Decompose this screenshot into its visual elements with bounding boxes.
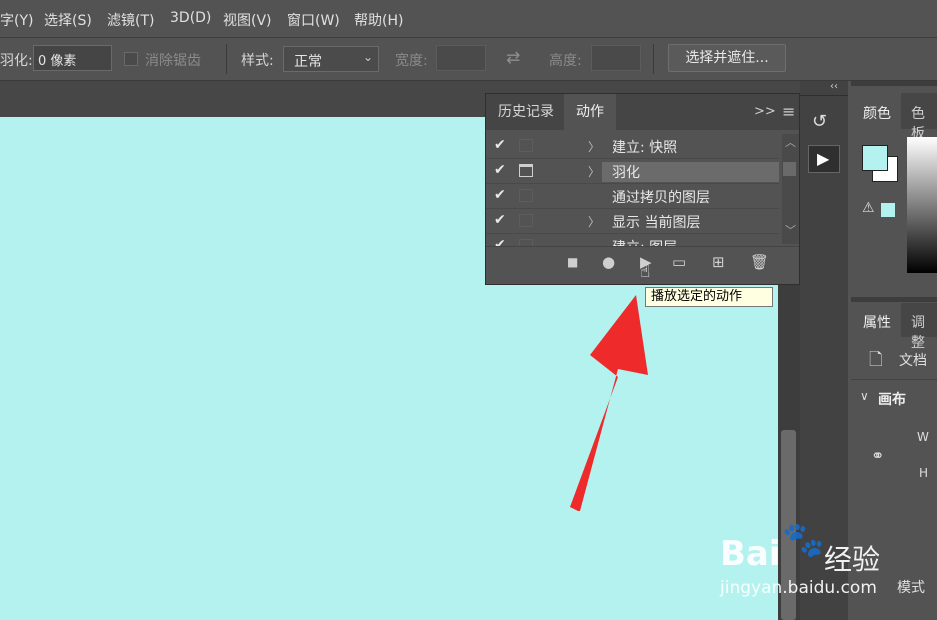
select-and-mask-button[interactable]: 选择并遮住... xyxy=(668,44,786,72)
link-icon[interactable]: ⚭ xyxy=(871,446,884,465)
tab-history[interactable]: 历史记录 xyxy=(486,94,566,130)
tab-adjustments[interactable]: 调整 xyxy=(901,303,937,351)
menu-type[interactable]: 字(Y) xyxy=(0,10,33,30)
menu-bar: 字(Y) 选择(S) 滤镜(T) 3D(D) 视图(V) 窗口(W) 帮助(H) xyxy=(0,0,937,38)
antialias-label: 消除锯齿 xyxy=(145,53,201,69)
trash-icon[interactable]: 🗑 xyxy=(750,253,769,271)
chevron-down-icon: ⌄ xyxy=(362,50,373,64)
menu-help[interactable]: 帮助(H) xyxy=(354,10,403,30)
action-label: 显示 当前图层 xyxy=(612,215,701,231)
action-row[interactable]: ✔ 〉 显示 当前图层 xyxy=(486,209,779,234)
menu-3d[interactable]: 3D(D) xyxy=(170,10,211,26)
color-field[interactable] xyxy=(907,137,937,273)
dialog-toggle-box[interactable] xyxy=(519,139,533,152)
style-select[interactable]: 正常 ⌄ xyxy=(283,46,379,72)
check-icon[interactable]: ✔ xyxy=(494,212,506,228)
gamut-swatch[interactable] xyxy=(881,203,895,217)
check-icon[interactable]: ✔ xyxy=(494,237,506,246)
chevron-down-icon[interactable]: ﹀ xyxy=(785,222,796,238)
actions-scrollbar[interactable]: ︿ ﹀ xyxy=(782,134,799,244)
collapse-icon[interactable]: ‹‹ xyxy=(830,81,838,92)
swap-icon[interactable]: ⇄ xyxy=(506,48,520,68)
warning-icon[interactable]: ⚠ xyxy=(862,200,875,216)
chevron-right-icon[interactable]: 〉 xyxy=(588,138,600,155)
action-label: 通过拷贝的图层 xyxy=(612,190,710,206)
height-field-label: H xyxy=(919,466,929,480)
watermark-brand-cn: 经验 xyxy=(824,543,881,576)
divider xyxy=(851,297,937,302)
panel-menu-icon[interactable]: ≡ xyxy=(782,102,795,121)
dialog-toggle-box[interactable] xyxy=(519,214,533,227)
foreground-color-swatch[interactable] xyxy=(862,145,888,171)
check-icon[interactable]: ✔ xyxy=(494,187,506,203)
tab-color-label: 颜色 xyxy=(863,106,891,122)
tab-swatches[interactable]: 色板 xyxy=(901,93,937,142)
action-row[interactable]: ✔ 〉 建立: 快照 xyxy=(486,134,779,159)
divider xyxy=(851,81,937,86)
play-icon: ▶ xyxy=(817,149,830,168)
red-arrow-annotation xyxy=(570,295,648,511)
width-label: 宽度: xyxy=(395,53,428,69)
action-label: 建立: 图层 xyxy=(612,237,677,246)
watermark-url: jingyan.baidu.com xyxy=(720,578,877,598)
tab-properties-label: 属性 xyxy=(863,315,891,331)
chevron-up-icon[interactable]: ︿ xyxy=(785,134,796,150)
menu-filter[interactable]: 滤镜(T) xyxy=(107,10,154,30)
history-icon[interactable]: ↺ xyxy=(812,111,827,132)
tab-properties[interactable]: 属性 xyxy=(851,303,901,337)
watermark-brand: Bai xyxy=(720,534,781,574)
dialog-icon[interactable] xyxy=(519,164,533,177)
arrow-shape xyxy=(570,295,648,511)
divider xyxy=(851,379,937,380)
folder-icon[interactable]: ▭ xyxy=(672,253,686,271)
action-label: 羽化 xyxy=(602,162,779,182)
menu-select[interactable]: 选择(S) xyxy=(44,10,92,30)
expand-icon[interactable]: >> xyxy=(754,104,776,119)
menu-view[interactable]: 视图(V) xyxy=(223,10,272,30)
antialias-checkbox[interactable] xyxy=(124,52,138,66)
dialog-toggle-box[interactable] xyxy=(519,239,533,246)
document-label: 文档 xyxy=(899,353,927,369)
menu-window[interactable]: 窗口(W) xyxy=(287,10,340,30)
hand-cursor-icon: ☝ xyxy=(640,262,651,282)
actions-dock-button[interactable]: ▶ xyxy=(808,145,840,173)
check-icon[interactable]: ✔ xyxy=(494,162,506,178)
record-icon[interactable]: ● xyxy=(602,253,615,271)
actions-panel: 历史记录 动作 >> ≡ ✔ 〉 建立: 快照 ✔ 〉 羽化 ✔ 通过拷贝的图层… xyxy=(485,93,800,285)
action-row[interactable]: ✔ 〉 羽化 xyxy=(486,159,779,184)
chevron-down-icon[interactable]: ∨ xyxy=(860,389,869,403)
tab-color[interactable]: 颜色 xyxy=(851,93,901,129)
panel-tab-bar: 历史记录 动作 >> ≡ xyxy=(486,94,799,130)
tab-adjustments-label: 调整 xyxy=(911,315,925,351)
tab-actions[interactable]: 动作 xyxy=(564,94,616,130)
paw-logo-icon: 🐾 xyxy=(782,520,825,560)
separator xyxy=(226,44,227,74)
scrollbar-thumb[interactable] xyxy=(783,162,796,176)
width-field-label: W xyxy=(917,430,929,444)
chevron-right-icon[interactable]: 〉 xyxy=(588,163,600,180)
feather-input[interactable]: 0 像素 xyxy=(33,45,112,71)
new-action-icon[interactable]: ⊞ xyxy=(712,253,725,271)
style-value: 正常 xyxy=(294,54,322,70)
divider xyxy=(800,95,848,96)
dialog-toggle-box[interactable] xyxy=(519,189,533,202)
separator xyxy=(653,44,654,74)
height-label: 高度: xyxy=(549,53,582,69)
feather-label: 羽化: xyxy=(0,53,33,69)
options-bar: 羽化: 0 像素 消除锯齿 样式: 正常 ⌄ 宽度: ⇄ 高度: 选择并遮住..… xyxy=(0,38,937,81)
action-label: 建立: 快照 xyxy=(612,140,678,156)
height-input[interactable] xyxy=(591,45,641,71)
action-row[interactable]: ✔ 通过拷贝的图层 xyxy=(486,184,779,209)
style-label: 样式: xyxy=(241,53,274,69)
baidu-watermark: Bai 🐾 经验 jingyan.baidu.com xyxy=(720,520,920,600)
canvas-section-title: 画布 xyxy=(878,392,906,408)
width-input[interactable] xyxy=(436,45,486,71)
feather-value: 0 像素 xyxy=(38,54,77,69)
chevron-right-icon[interactable]: 〉 xyxy=(588,213,600,230)
check-icon[interactable]: ✔ xyxy=(494,137,506,153)
action-row[interactable]: ✔ 建立: 图层 xyxy=(486,234,779,246)
document-icon: 🗋 xyxy=(869,350,883,370)
stop-icon[interactable]: ■ xyxy=(567,255,578,269)
